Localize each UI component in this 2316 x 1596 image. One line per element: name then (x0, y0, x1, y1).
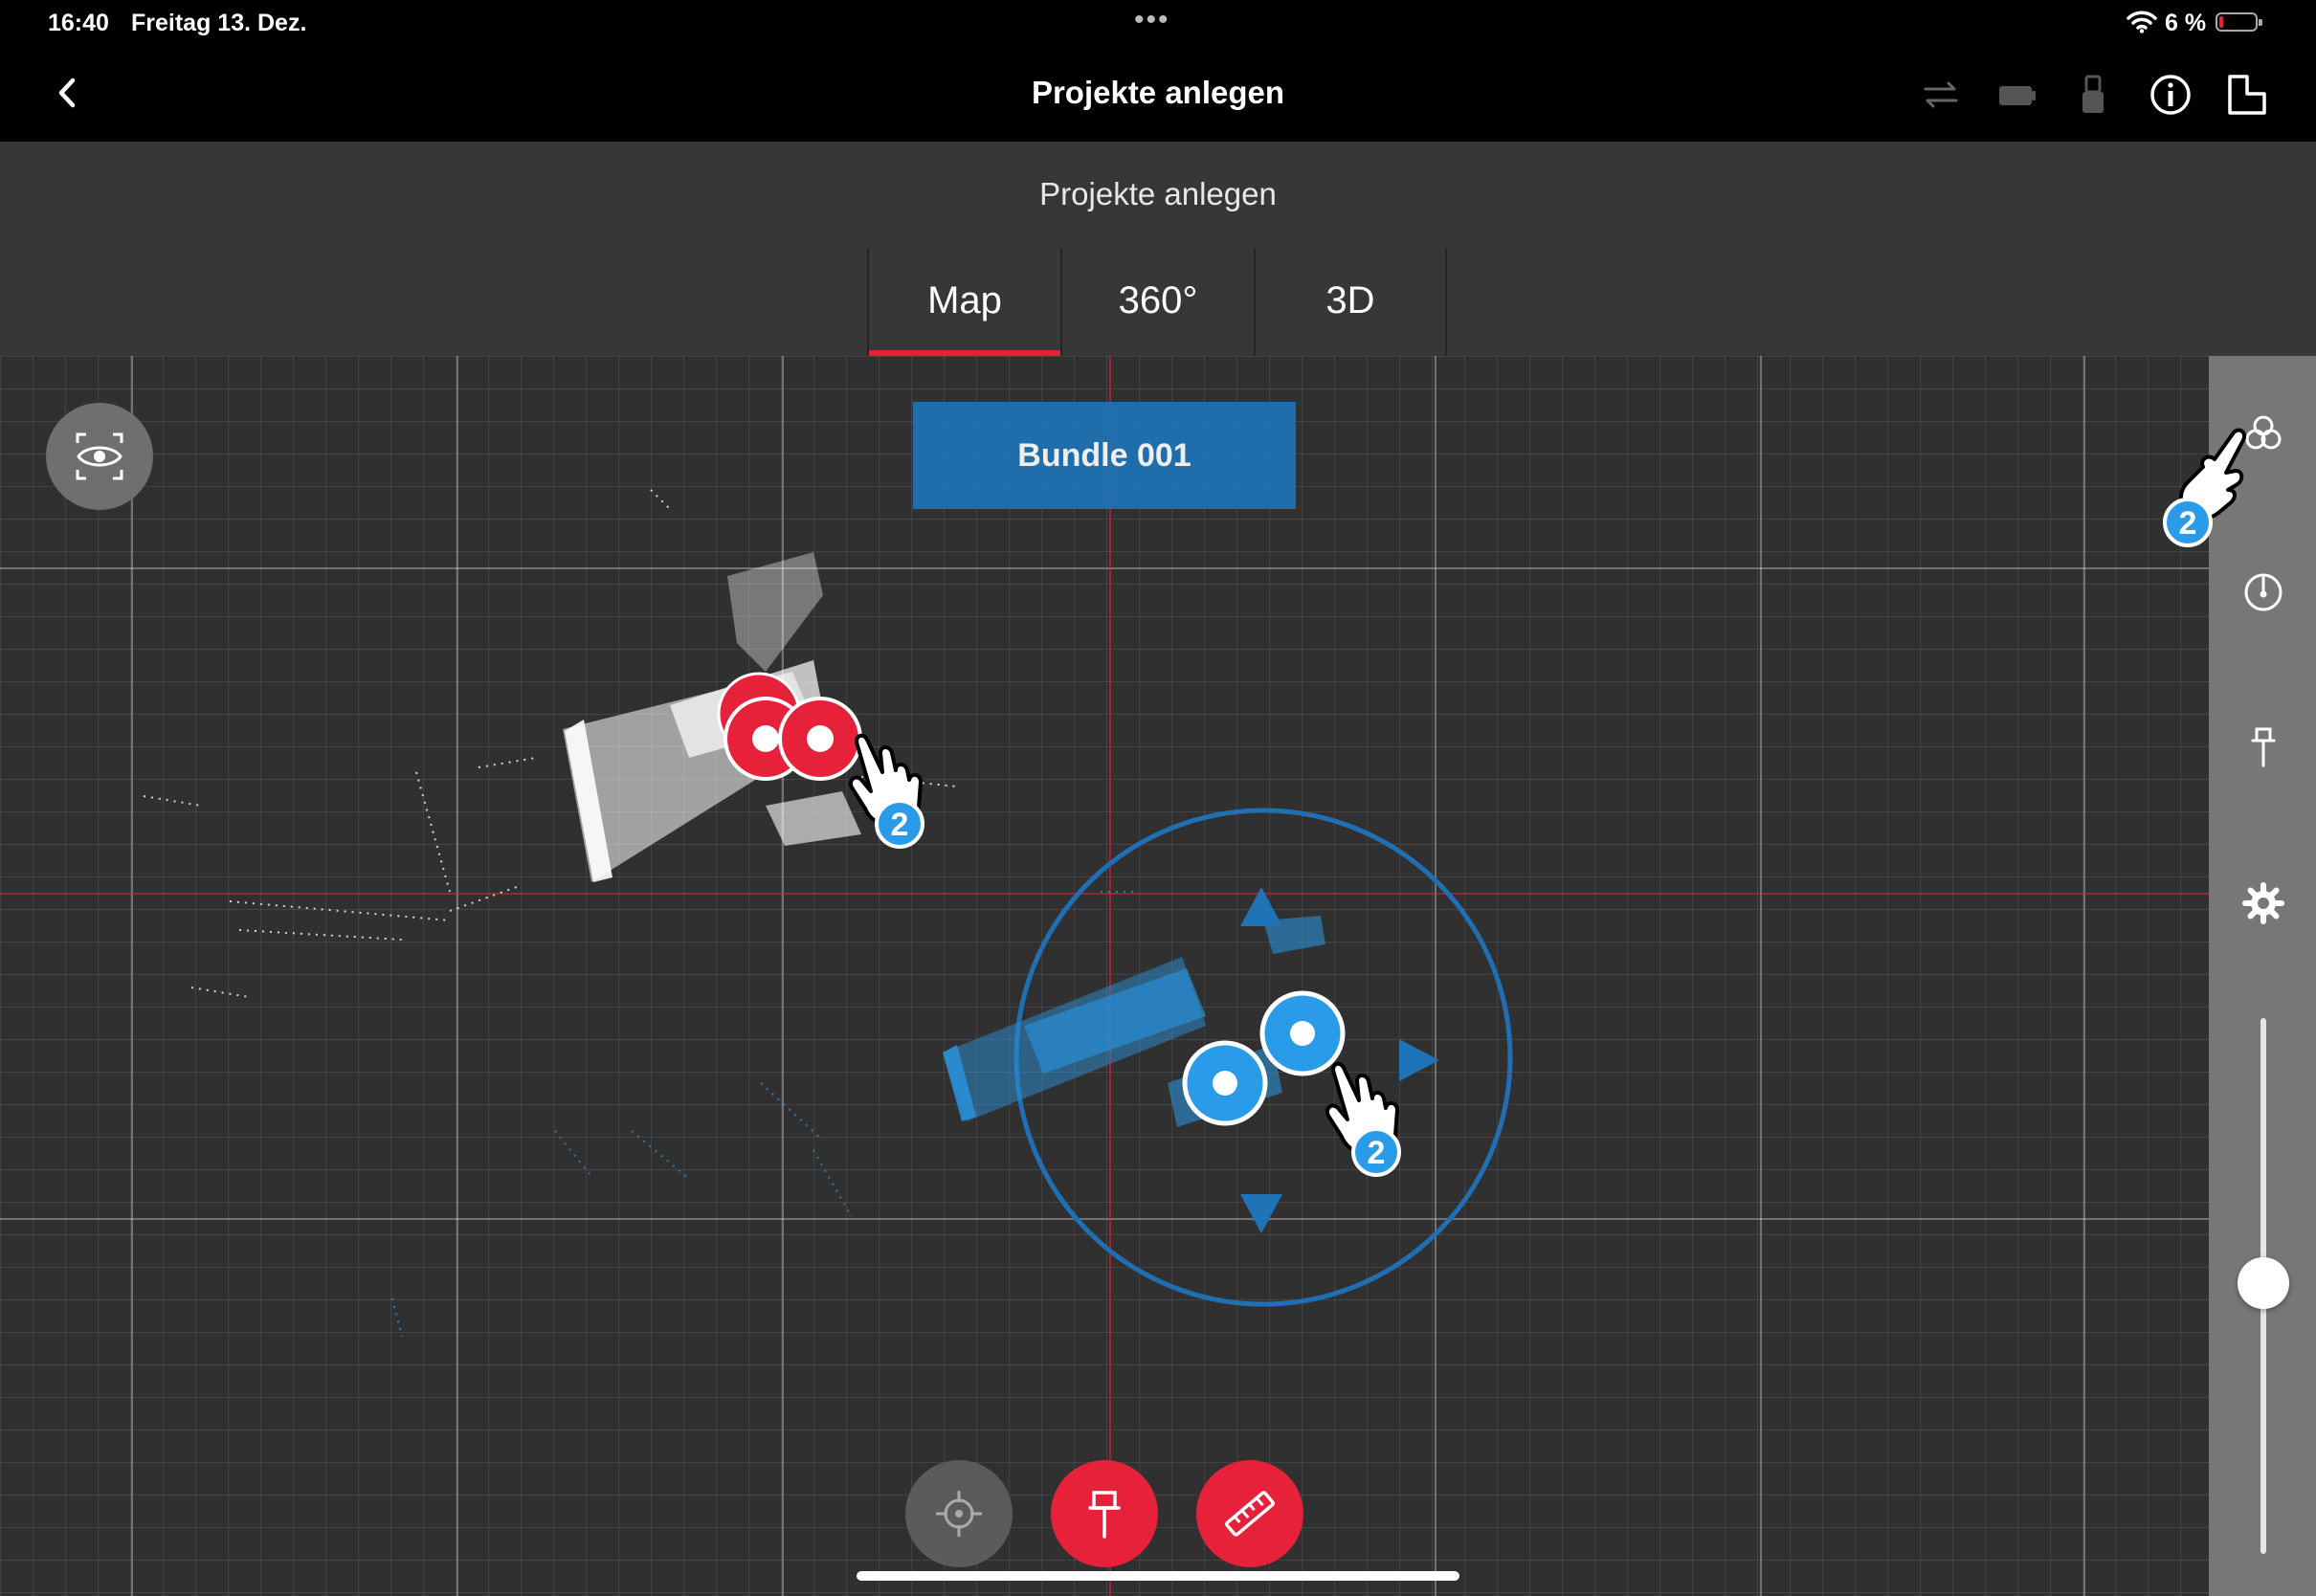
sync-icon[interactable] (1918, 73, 1964, 117)
add-pin-button[interactable] (1051, 1460, 1158, 1567)
pin-icon[interactable] (2241, 725, 2285, 769)
project-title: Projekte anlegen (1039, 176, 1277, 211)
measure-button[interactable] (1196, 1460, 1303, 1567)
status-date: Freitag 13. Dez. (131, 10, 307, 36)
battery-percentage: 6 % (2165, 10, 2207, 36)
scan-markers-blue[interactable] (0, 356, 2209, 1596)
sub-header: Projekte anlegen Map 360° 3D (0, 142, 2316, 356)
tab-map[interactable]: Map (867, 248, 1060, 356)
tab-3d[interactable]: 3D (1254, 248, 1447, 356)
page-title: Projekte anlegen (1031, 75, 1285, 110)
settings-icon[interactable] (2241, 881, 2285, 925)
two-finger-gesture-hand-icon: 2 (1325, 1061, 1401, 1177)
eye-icon (76, 432, 123, 480)
add-pin-icon (1088, 1491, 1121, 1539)
info-icon[interactable] (2148, 73, 2194, 117)
gesture-finger-count: 2 (1368, 1135, 1386, 1171)
usb-icon[interactable] (2071, 73, 2117, 117)
home-indicator (857, 1571, 1459, 1581)
status-time: 16:40 (48, 10, 109, 36)
bundle-label[interactable]: Bundle 001 (913, 402, 1296, 509)
measure-icon (1225, 1491, 1275, 1537)
battery-icon (2216, 12, 2262, 32)
zoom-slider-thumb[interactable] (2238, 1257, 2289, 1309)
two-finger-gesture-hand-icon: 2 (849, 733, 924, 849)
floorplan-icon[interactable] (2224, 73, 2270, 117)
recenter-button[interactable] (905, 1460, 1013, 1567)
compass-icon[interactable] (2241, 570, 2285, 614)
status-bar: 16:40 Freitag 13. Dez. ••• 6 % (0, 0, 2316, 46)
multitasking-dots-icon[interactable]: ••• (1134, 4, 1170, 36)
gesture-finger-count: 2 (891, 807, 909, 843)
view-tabs: Map 360° 3D (867, 248, 1447, 356)
tab-360[interactable]: 360° (1060, 248, 1254, 356)
two-finger-gesture-hand-icon: 2 (2163, 428, 2246, 547)
battery-device-icon[interactable] (1994, 73, 2040, 117)
gesture-finger-count: 2 (2179, 505, 2197, 542)
map-canvas[interactable]: 2 2 Bundle 001 (0, 356, 2209, 1596)
navigation-bar: Projekte anlegen (0, 46, 2316, 142)
visibility-toggle-button[interactable] (46, 403, 153, 510)
recenter-icon (936, 1491, 982, 1537)
wifi-icon (2127, 11, 2157, 33)
